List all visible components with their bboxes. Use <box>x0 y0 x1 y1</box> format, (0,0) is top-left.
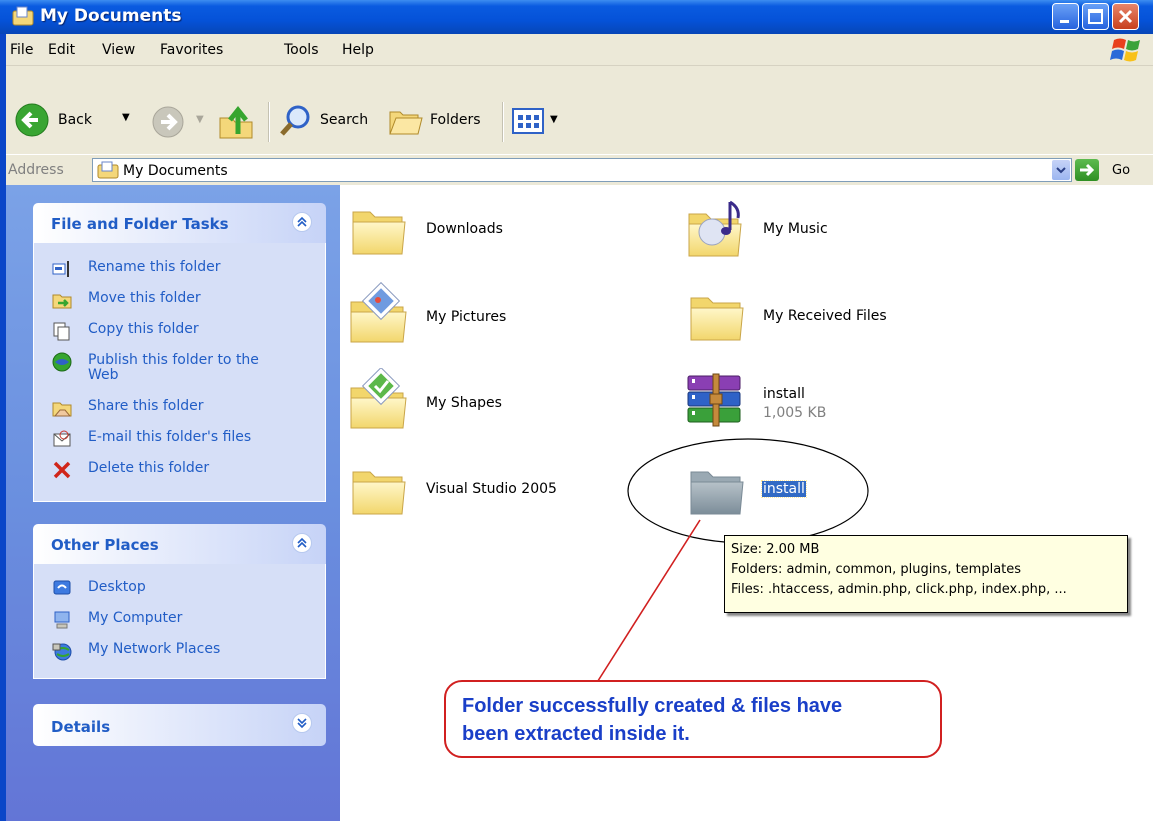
tooltip-size: Size: 2.00 MB <box>731 542 820 557</box>
highlight-ellipse <box>627 438 869 544</box>
tooltip-files: Files: .htaccess, admin.php, click.php, … <box>731 582 1067 597</box>
annotation-line-1: Folder successfully created & files have <box>462 695 843 717</box>
annotation-line-2: been extracted inside it. <box>462 723 690 745</box>
annotation-callout: Folder successfully created & files have… <box>444 680 942 758</box>
annotation-text: Folder successfully created & files have… <box>462 692 932 748</box>
annotation-pointer-line <box>595 519 701 685</box>
tooltip-folders: Folders: admin, common, plugins, templat… <box>731 562 1022 577</box>
folder-info-tooltip: Size: 2.00 MB Folders: admin, common, pl… <box>724 535 1128 613</box>
explorer-window: My Documents File Edit View Favorites To… <box>0 0 1153 821</box>
